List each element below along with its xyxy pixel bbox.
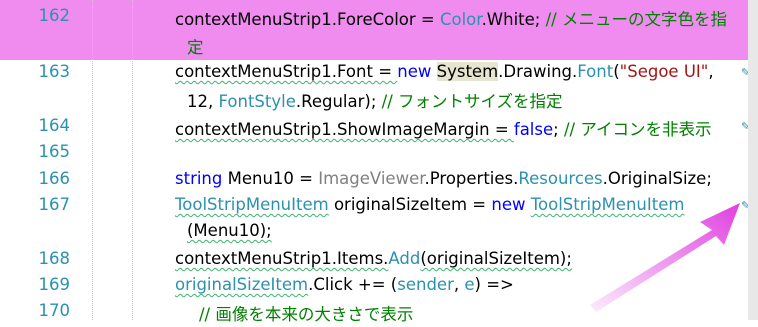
line-number: 162 [38, 6, 71, 25]
code-line-167[interactable]: 167 ToolStripMenuItem originalSizeItem =… [0, 195, 751, 249]
line-number: 163 [38, 62, 71, 81]
code-text[interactable]: contextMenuStrip1.Font = new System.Draw… [175, 62, 721, 81]
code-text[interactable]: ToolStripMenuItem originalSizeItem = new… [175, 195, 721, 214]
code-line-164[interactable]: 164 contextMenuStrip1.ShowImageMargin = … [0, 116, 751, 142]
code-text[interactable]: originalSizeItem.Click += (sender, e) => [175, 275, 721, 294]
code-line-163[interactable]: 163 contextMenuStrip1.Font = new System.… [0, 62, 750, 116]
code-line-166[interactable]: 166 string Menu10 = ImageViewer.Properti… [0, 169, 745, 195]
code-line-165[interactable]: 165 [0, 142, 745, 168]
code-text[interactable]: // 画像を本来の大きさで表示 [199, 301, 721, 325]
line-number: 167 [38, 195, 71, 214]
line-number: 165 [38, 142, 71, 161]
line-number: 170 [38, 301, 71, 320]
code-line-168[interactable]: 168 contextMenuStrip1.Items.Add(original… [0, 249, 745, 275]
code-line-162[interactable]: 162 contextMenuStrip1.ForeColor = Color.… [0, 6, 745, 60]
line-number: 164 [38, 116, 71, 135]
code-line-169[interactable]: 169 originalSizeItem.Click += (sender, e… [0, 275, 745, 301]
code-text[interactable]: contextMenuStrip1.Items.Add(originalSize… [175, 249, 721, 268]
code-editor[interactable]: 162 contextMenuStrip1.ForeColor = Color.… [0, 0, 758, 324]
code-text-continued: (Menu10); [187, 221, 272, 240]
line-number: 166 [38, 169, 71, 188]
code-line-170[interactable]: 170 // 画像を本来の大きさで表示 [0, 301, 745, 327]
line-number: 168 [38, 249, 71, 268]
code-text-continued: 定 [187, 38, 204, 57]
code-text[interactable]: string Menu10 = ImageViewer.Properties.R… [175, 169, 721, 188]
vertical-scrollbar[interactable] [748, 0, 758, 320]
code-text[interactable]: contextMenuStrip1.ForeColor = Color.Whit… [175, 6, 727, 30]
code-text[interactable]: contextMenuStrip1.ShowImageMargin = fals… [175, 116, 721, 140]
code-text-continued: 12, FontStyle.Regular); // フォントサイズを指定 [187, 92, 563, 111]
line-number: 169 [38, 275, 71, 294]
